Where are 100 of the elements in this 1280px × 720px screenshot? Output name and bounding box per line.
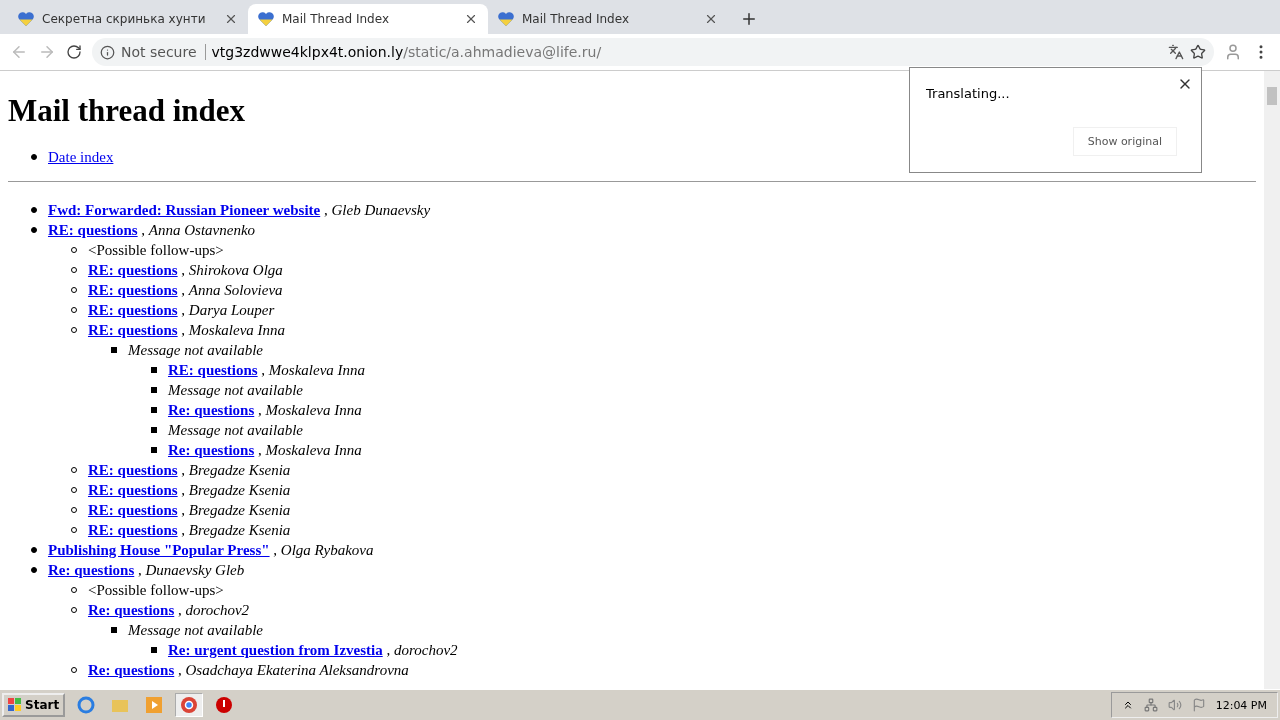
thread-link[interactable]: RE: questions — [48, 222, 138, 238]
author-name: Dunaevsky Gleb — [145, 562, 245, 578]
page-heading: Mail thread index — [8, 93, 246, 129]
thread-link[interactable]: Fwd: Forwarded: Russian Pioneer website — [48, 202, 321, 218]
bullet-icon — [151, 407, 157, 413]
follow-ups-note: <Possible follow-ups> — [88, 242, 224, 258]
profile-icon[interactable] — [1224, 43, 1242, 61]
comma-separator: , — [181, 522, 186, 538]
comma-separator: , — [178, 662, 182, 678]
comma-separator: , — [258, 402, 262, 418]
missing-message-note: Message not available — [128, 622, 263, 638]
heart-icon — [18, 12, 34, 26]
missing-message-note: Message not available — [168, 422, 303, 438]
browser-tab[interactable]: Секретна скринька хунти — [8, 4, 248, 34]
author-name: Moskaleva Inna — [188, 322, 286, 338]
follow-ups-note: <Possible follow-ups> — [88, 582, 224, 598]
show-original-button[interactable]: Show original — [1072, 127, 1177, 156]
bullet-icon — [151, 447, 157, 453]
comma-separator: , — [181, 322, 186, 338]
address-bar[interactable]: Not secure vtg3zdwwe4klpx4t.onion.ly/static/a.ahmadieva@life.ru/ — [92, 38, 1214, 66]
comma-separator: , — [178, 602, 182, 618]
bullet-icon — [31, 154, 37, 160]
thread-link[interactable]: Publishing House "Popular Press" — [48, 542, 270, 558]
browser-tab[interactable]: Mail Thread Index — [488, 4, 728, 34]
thread-link[interactable]: Re: questions — [168, 442, 255, 458]
close-icon[interactable] — [224, 12, 238, 26]
thread-link[interactable]: Re: questions — [88, 602, 175, 618]
comma-separator: , — [323, 202, 328, 218]
thread-link[interactable]: RE: questions — [88, 522, 178, 538]
reload-icon[interactable] — [66, 44, 82, 60]
security-label: Not secure — [121, 44, 206, 60]
bullet-icon — [151, 647, 157, 653]
thread-link[interactable]: RE: questions — [168, 362, 258, 378]
translate-icon[interactable] — [1168, 44, 1184, 60]
new-tab-icon[interactable] — [740, 10, 758, 28]
thread-link[interactable]: RE: questions — [88, 282, 178, 298]
comma-separator: , — [138, 562, 142, 578]
thread-link[interactable]: RE: questions — [88, 262, 178, 278]
author-name: Olga Rybakova — [280, 542, 374, 558]
thread-link[interactable]: Re: questions — [48, 562, 135, 578]
author-name: Moskaleva Inna — [268, 362, 366, 378]
author-name: Darya Louper — [188, 302, 275, 318]
close-icon[interactable] — [704, 12, 718, 26]
thread-link[interactable]: RE: questions — [88, 502, 178, 518]
start-button[interactable]: Start — [2, 693, 66, 717]
author-name: Shirokova Olga — [188, 262, 283, 278]
thread-link[interactable]: RE: questions — [88, 482, 178, 498]
comma-separator: , — [181, 462, 186, 478]
bullet-icon — [151, 367, 157, 373]
bullet-icon — [151, 427, 157, 433]
popup-status: Translating... — [926, 86, 1010, 101]
heart-icon — [258, 12, 274, 26]
bullet-icon — [31, 547, 37, 553]
browser-tab[interactable]: Mail Thread Index — [248, 4, 488, 34]
author-name: Gleb Dunaevsky — [331, 202, 431, 218]
author-name: Osadchaya Ekaterina Aleksandrovna — [185, 662, 409, 678]
author-name: Bregadze Ksenia — [188, 482, 291, 498]
close-icon[interactable] — [464, 12, 478, 26]
thread-link[interactable]: RE: questions — [88, 302, 178, 318]
clock: 12:04 PM — [1215, 698, 1267, 712]
comma-separator: , — [181, 262, 186, 278]
missing-message-note: Message not available — [128, 342, 263, 358]
date-index-link[interactable]: Date index — [48, 149, 114, 165]
comma-separator: , — [181, 282, 186, 298]
author-name: Bregadze Ksenia — [188, 522, 291, 538]
star-icon[interactable] — [1190, 44, 1206, 60]
heart-icon — [498, 12, 514, 26]
bullet-icon — [31, 227, 37, 233]
comma-separator: , — [386, 642, 391, 658]
missing-message-note: Message not available — [168, 382, 303, 398]
thread-link[interactable]: Re: urgent question from Izvestia — [168, 642, 383, 658]
network-icon[interactable] — [1143, 698, 1158, 712]
comma-separator: , — [261, 362, 266, 378]
bullet-icon — [31, 567, 37, 573]
thread-link[interactable]: Re: questions — [88, 662, 175, 678]
author-name: Anna Ostavnenko — [148, 222, 256, 238]
comma-separator: , — [141, 222, 146, 238]
author-name: Bregadze Ksenia — [188, 502, 291, 518]
author-name: Anna Solovieva — [188, 282, 283, 298]
comma-separator: , — [258, 442, 262, 458]
author-name: dorochov2 — [185, 602, 250, 618]
bullet-icon — [111, 347, 117, 353]
comma-separator: , — [181, 302, 186, 318]
windows-logo-icon — [8, 698, 22, 712]
author-name: Moskaleva Inna — [265, 442, 362, 458]
bullet-icon — [151, 387, 157, 393]
chrome-icon[interactable] — [175, 693, 204, 717]
author-name: dorochov2 — [393, 642, 458, 658]
comma-separator: , — [181, 502, 186, 518]
thread-link[interactable]: Re: questions — [168, 402, 255, 418]
comma-separator: , — [181, 482, 186, 498]
bullet-icon — [31, 207, 37, 213]
thread-link[interactable]: RE: questions — [88, 322, 178, 338]
thread-link[interactable]: RE: questions — [88, 462, 178, 478]
url-text: vtg3zdwwe4klpx4t.onion.ly/static/a.ahmadieva@life.ru/ — [211, 44, 602, 60]
info-icon — [100, 44, 115, 60]
scrollbar[interactable] — [1264, 71, 1280, 689]
author-name: Moskaleva Inna — [265, 402, 362, 418]
author-name: Bregadze Ksenia — [188, 462, 291, 478]
comma-separator: , — [273, 542, 278, 558]
